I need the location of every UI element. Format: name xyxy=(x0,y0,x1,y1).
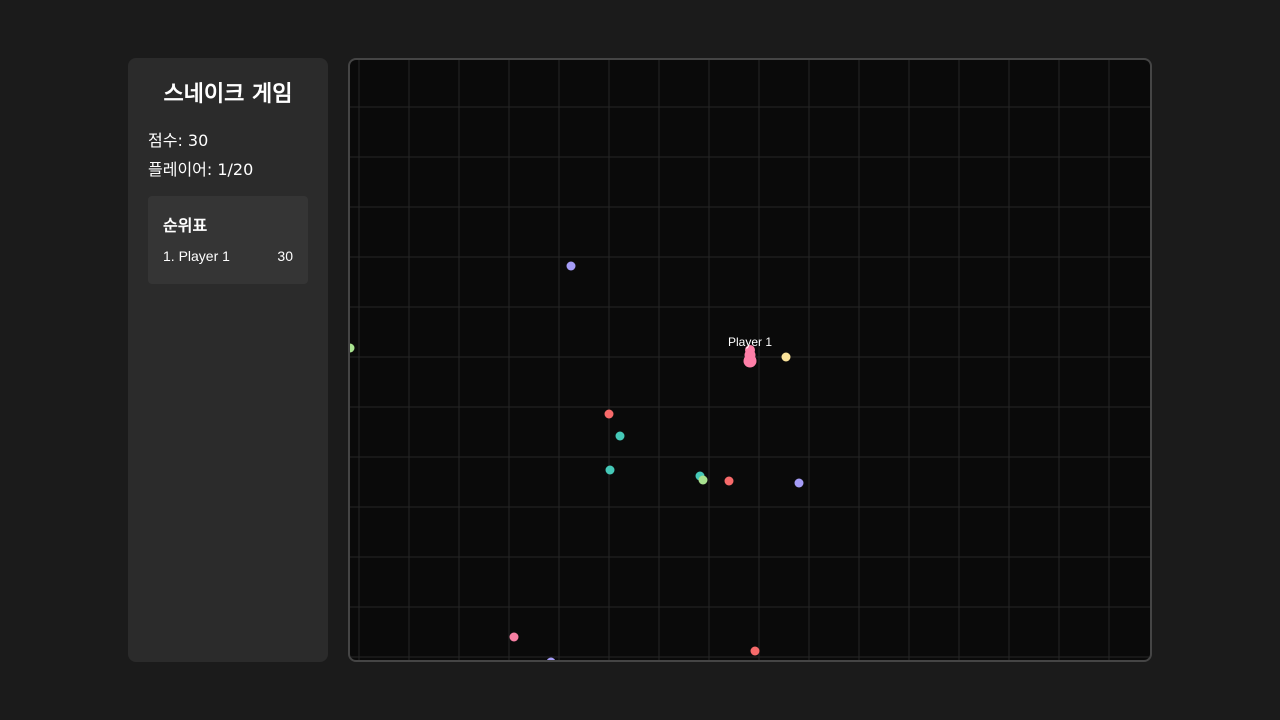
player-name-label: Player 1 xyxy=(728,335,772,349)
food-pellet xyxy=(350,343,355,353)
food-pellet xyxy=(750,646,760,656)
game-title: 스네이크 게임 xyxy=(163,82,293,107)
leaderboard: 순위표 1. Player 1 30 xyxy=(148,196,308,284)
food-pellet xyxy=(604,409,614,419)
game-canvas[interactable]: Player 1 xyxy=(350,60,1150,660)
food-pellet xyxy=(615,431,625,441)
leaderboard-entry-name: 1. Player 1 xyxy=(163,248,230,264)
player-count-display: 플레이어: 1/20 xyxy=(148,160,254,179)
food-pellet xyxy=(794,478,804,488)
leaderboard-entry-score: 30 xyxy=(277,248,293,264)
food-pellet xyxy=(546,657,556,660)
food-pellet xyxy=(724,476,734,486)
game-board[interactable]: Player 1 xyxy=(348,58,1152,662)
food-pellet xyxy=(698,475,708,485)
sidebar-panel: 스네이크 게임 점수: 30 플레이어: 1/20 순위표 1. Player … xyxy=(128,58,328,662)
food-pellet xyxy=(566,261,576,271)
leaderboard-entry: 1. Player 1 30 xyxy=(163,248,293,264)
food-pellet xyxy=(509,632,519,642)
leaderboard-title: 순위표 xyxy=(163,216,208,235)
food-items xyxy=(350,261,804,660)
food-pellet xyxy=(605,465,615,475)
snake-head xyxy=(743,354,757,368)
food-pellet xyxy=(781,352,791,362)
score-display: 점수: 30 xyxy=(148,131,209,150)
